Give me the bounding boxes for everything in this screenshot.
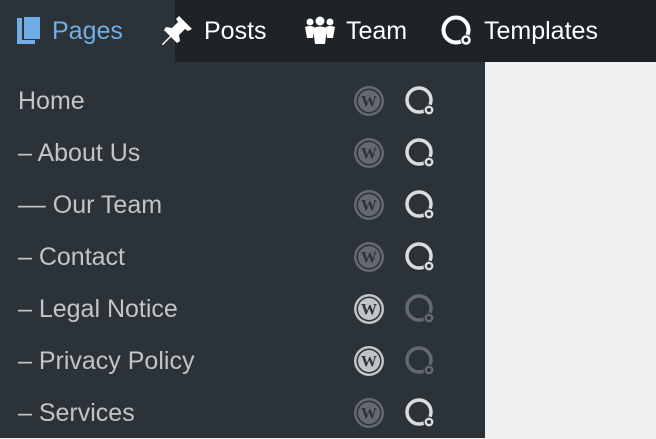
pages-dropdown: Home W – About Us W –– Our Team W – Contact W – … — [0, 62, 485, 438]
wordpress-icon[interactable]: W — [353, 397, 385, 429]
team-icon — [304, 16, 336, 46]
wordpress-icon[interactable]: W — [353, 189, 385, 221]
tab-posts[interactable]: Posts — [160, 0, 267, 62]
tab-templates-label: Templates — [484, 16, 598, 45]
page-row[interactable]: – Contact W — [0, 231, 485, 283]
q-logo-icon[interactable] — [403, 137, 439, 169]
svg-text:W: W — [361, 198, 377, 215]
page-row[interactable]: –– Our Team W — [0, 179, 485, 231]
q-logo-icon[interactable] — [403, 189, 439, 221]
svg-text:W: W — [361, 354, 377, 371]
svg-text:W: W — [361, 302, 377, 319]
page-title: –– Our Team — [18, 191, 163, 219]
wordpress-icon[interactable]: W — [353, 241, 385, 273]
svg-text:W: W — [361, 94, 377, 111]
page-title: – Privacy Policy — [18, 347, 195, 375]
wordpress-icon[interactable]: W — [353, 293, 385, 325]
q-logo-icon[interactable] — [403, 293, 439, 325]
q-logo-icon[interactable] — [403, 241, 439, 273]
tab-team-label: Team — [346, 16, 408, 45]
pushpin-icon — [160, 14, 194, 48]
page-title: Home — [18, 87, 85, 115]
page-row[interactable]: – Legal Notice W — [0, 283, 485, 335]
wordpress-icon[interactable]: W — [353, 345, 385, 377]
q-logo-icon[interactable] — [403, 397, 439, 429]
page-row[interactable]: – Privacy Policy W — [0, 335, 485, 387]
wordpress-icon[interactable]: W — [353, 85, 385, 117]
tab-templates[interactable]: Templates — [440, 0, 598, 62]
pages-icon — [16, 17, 42, 45]
page-title: – Contact — [18, 243, 126, 271]
page-row[interactable]: – About Us W — [0, 127, 485, 179]
tab-posts-label: Posts — [204, 16, 267, 45]
svg-text:W: W — [361, 250, 377, 267]
tab-pages-label: Pages — [52, 16, 123, 45]
page-row[interactable]: Home W — [0, 75, 485, 127]
svg-text:W: W — [361, 406, 377, 423]
q-logo-icon — [440, 14, 474, 48]
q-logo-icon[interactable] — [403, 85, 439, 117]
page-title: – Legal Notice — [18, 295, 178, 323]
svg-text:W: W — [361, 146, 377, 163]
tab-pages[interactable]: Pages — [0, 0, 175, 62]
page-row[interactable]: – Services W — [0, 387, 485, 439]
q-logo-icon[interactable] — [403, 345, 439, 377]
tab-team[interactable]: Team — [304, 0, 407, 62]
wordpress-icon[interactable]: W — [353, 137, 385, 169]
page-title: – About Us — [18, 139, 141, 167]
page-title: – Services — [18, 399, 135, 427]
